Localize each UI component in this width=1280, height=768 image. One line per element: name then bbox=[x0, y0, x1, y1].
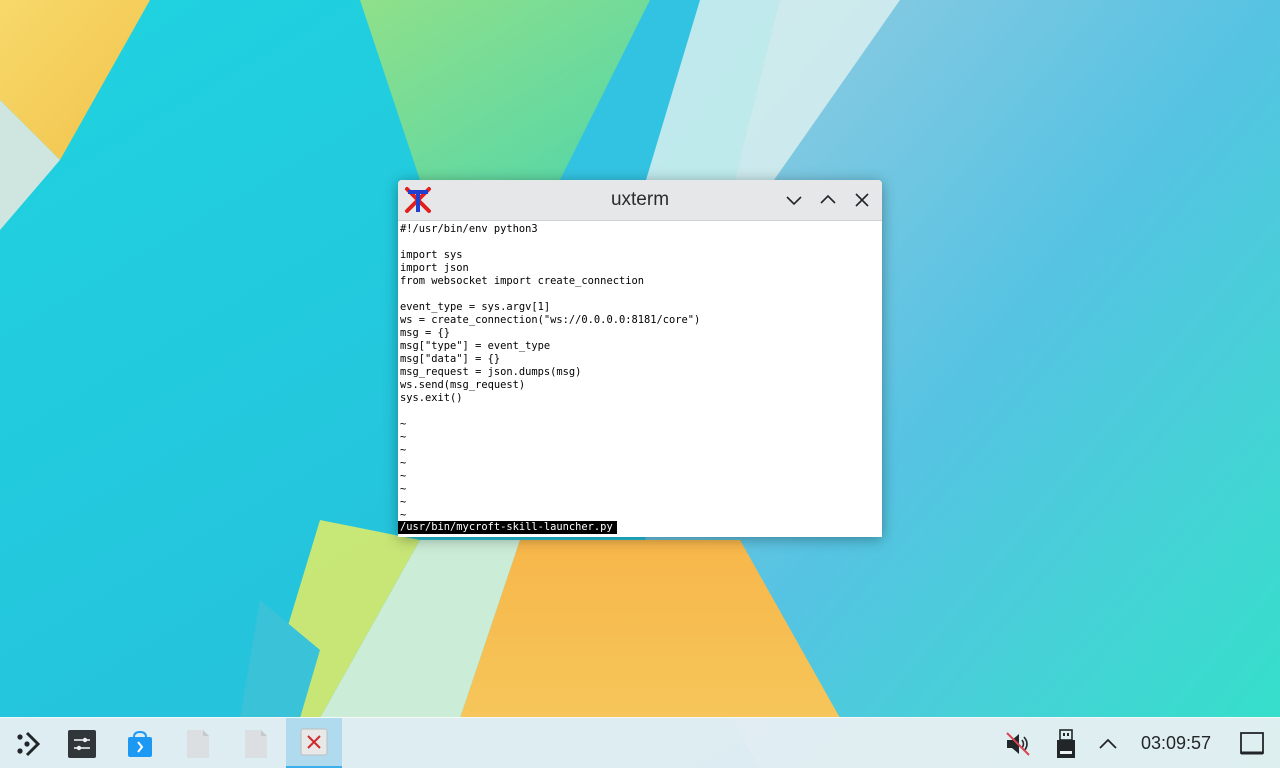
close-icon bbox=[855, 193, 869, 207]
terminal-line: from websocket import create_connection bbox=[400, 275, 644, 287]
document-icon bbox=[187, 729, 209, 758]
window-title: uxterm bbox=[610, 189, 670, 210]
taskbar: 03:09:57 bbox=[0, 717, 1280, 768]
application-launcher-button[interactable] bbox=[4, 718, 50, 768]
chevron-up-icon bbox=[1099, 738, 1117, 749]
terminal-line: import sys bbox=[400, 249, 463, 261]
vim-status-line: /usr/bin/mycroft-skill-launcher.py bbox=[398, 521, 617, 534]
terminal-line: msg["type"] = event_type bbox=[400, 340, 551, 352]
system-tray-expand-button[interactable] bbox=[1092, 718, 1124, 768]
volume-tray-button[interactable] bbox=[998, 718, 1038, 768]
terminal-line: sys.exit() bbox=[400, 392, 463, 404]
maximize-button[interactable] bbox=[816, 188, 840, 212]
show-desktop-button[interactable] bbox=[1230, 718, 1274, 768]
task-discover[interactable] bbox=[116, 718, 164, 768]
removable-device-tray-button[interactable] bbox=[1046, 718, 1086, 768]
terminal-line: msg_request = json.dumps(msg) bbox=[400, 366, 582, 378]
window-titlebar[interactable]: uxterm bbox=[398, 180, 882, 221]
terminal-line: #!/usr/bin/env python3 bbox=[400, 223, 538, 235]
terminal-window[interactable]: uxterm #!/usr/bin/env python3 import sys bbox=[398, 180, 882, 537]
digital-clock[interactable]: 03:09:57 bbox=[1132, 718, 1220, 768]
task-uxterm[interactable] bbox=[286, 718, 342, 768]
terminal-line: msg = {} bbox=[400, 327, 451, 339]
xterm-icon bbox=[300, 728, 328, 756]
terminal-line: ~ bbox=[400, 483, 407, 495]
terminal-line: ~ bbox=[400, 444, 407, 456]
minimize-button[interactable] bbox=[782, 188, 806, 212]
terminal-line: ws.send(msg_request) bbox=[400, 379, 526, 391]
show-desktop-icon bbox=[1240, 731, 1264, 754]
close-button[interactable] bbox=[850, 188, 874, 212]
terminal-line: ws = create_connection("ws://0.0.0.0:818… bbox=[400, 314, 701, 326]
volume-muted-icon bbox=[1006, 731, 1030, 756]
discover-store-icon bbox=[128, 730, 152, 757]
system-settings-icon bbox=[68, 729, 96, 758]
application-launcher-icon bbox=[17, 731, 41, 756]
task-system-settings[interactable] bbox=[58, 718, 106, 768]
terminal-line: event_type = sys.argv[1] bbox=[400, 301, 551, 313]
task-document[interactable] bbox=[174, 718, 222, 768]
terminal-line: msg["data"] = {} bbox=[400, 353, 501, 365]
desktop: uxterm #!/usr/bin/env python3 import sys bbox=[0, 0, 1280, 768]
terminal-line: import json bbox=[400, 262, 469, 274]
terminal-line: ~ bbox=[400, 457, 407, 469]
terminal-line: ~ bbox=[400, 431, 407, 443]
document-icon bbox=[245, 729, 267, 758]
removable-device-icon bbox=[1057, 728, 1075, 758]
terminal-line: ~ bbox=[400, 470, 407, 482]
terminal-line: ~ bbox=[400, 418, 407, 430]
terminal-line: ~ bbox=[400, 496, 407, 508]
chevron-down-icon bbox=[786, 196, 802, 206]
chevron-up-icon bbox=[820, 194, 836, 204]
terminal-content[interactable]: #!/usr/bin/env python3 import sys import… bbox=[398, 221, 882, 537]
task-document[interactable] bbox=[232, 718, 280, 768]
